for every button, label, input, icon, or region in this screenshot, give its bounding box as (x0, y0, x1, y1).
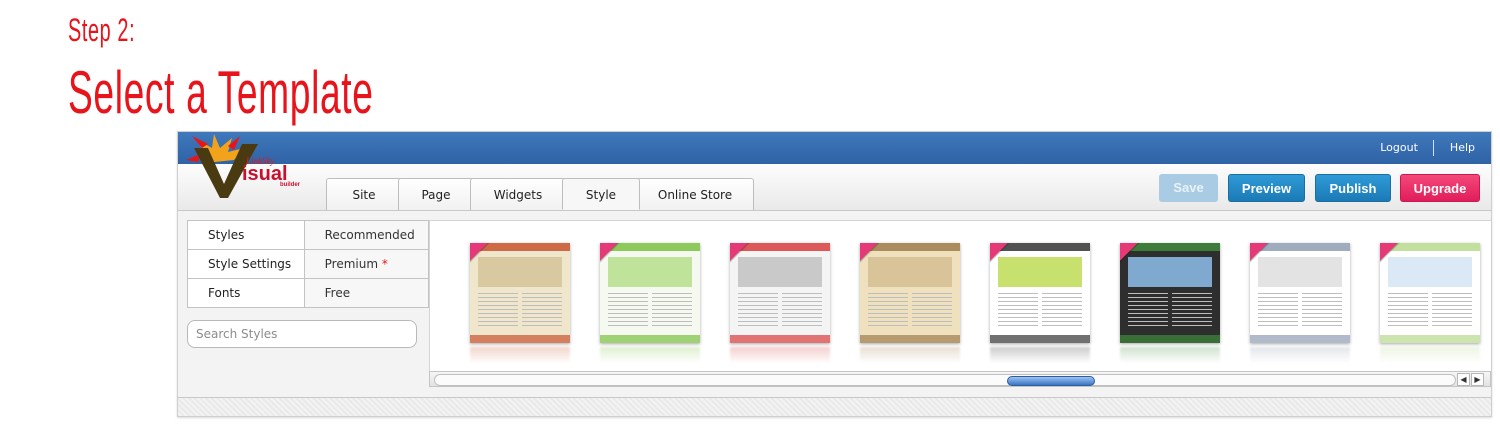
save-button[interactable]: Save (1159, 174, 1218, 202)
template-banner (1258, 257, 1342, 287)
visual-builder-window: Logout Help Site Page Widgets Style Onli… (177, 131, 1492, 417)
link-separator (1433, 140, 1435, 156)
help-link[interactable]: Help (1450, 141, 1475, 154)
template-text-block (522, 293, 562, 327)
menu-style-settings[interactable]: Style Settings (187, 249, 305, 279)
template-banner (608, 257, 692, 287)
step-label: Step 2: (68, 12, 136, 48)
template-footer (1250, 335, 1350, 343)
template-text-block (1388, 293, 1428, 327)
template-text-block (868, 293, 908, 327)
thumbnail-reflection (1120, 347, 1220, 363)
filter-free[interactable]: Free (303, 278, 430, 308)
template-gallery: *** *** *** *** *** *** *** *** (429, 220, 1491, 386)
safari-template[interactable]: *** (860, 243, 960, 343)
scroll-arrows: ◀ ▶ (1456, 373, 1484, 386)
template-banner (998, 257, 1082, 287)
menu-fonts[interactable]: Fonts (187, 278, 305, 308)
style-options-table: Styles Recommended Style Settings Premiu… (187, 220, 430, 308)
template-footer (990, 335, 1090, 343)
tab-page[interactable]: Page (398, 178, 474, 210)
top-bar: Logout Help (178, 132, 1491, 164)
thumbnail-reflection (1380, 347, 1480, 363)
table-row: Fonts Free (187, 278, 430, 308)
tab-widgets[interactable]: Widgets (470, 178, 566, 210)
template-footer (600, 335, 700, 343)
gallery-scrollbar[interactable]: ◀ ▶ (429, 371, 1491, 387)
gift-template[interactable]: *** (730, 243, 830, 343)
logo-sub-text: builder (280, 182, 301, 188)
publish-button[interactable]: Publish (1315, 174, 1391, 202)
page-title: Select a Template (68, 59, 374, 126)
template-text-block (1042, 293, 1082, 327)
thumbnail-reflection (600, 347, 700, 363)
template-text-block (608, 293, 648, 327)
scroll-left-icon[interactable]: ◀ (1457, 373, 1470, 386)
template-text-block (1302, 293, 1342, 327)
visual-builder-logo: LinkSky isual builder (186, 134, 301, 198)
business-people-template[interactable]: *** (1250, 243, 1350, 343)
scrollbar-thumb[interactable] (1007, 376, 1095, 386)
premium-marker: * (381, 257, 388, 271)
template-banner (478, 257, 562, 287)
template-text-block (1258, 293, 1298, 327)
thumbnail-reflection (470, 347, 570, 363)
thumbnail-reflection (860, 347, 960, 363)
dark-forest-template[interactable]: *** (1120, 243, 1220, 343)
restaurant-template[interactable]: *** (470, 243, 570, 343)
video-template[interactable]: *** (990, 243, 1090, 343)
filter-recommended[interactable]: Recommended (303, 220, 430, 250)
template-text-block (478, 293, 518, 327)
filter-premium[interactable]: Premium * (303, 249, 430, 279)
template-text-block (738, 293, 778, 327)
nav-bar: Site Page Widgets Style Online Store Sav… (178, 164, 1491, 211)
premium-label: Premium (324, 257, 379, 271)
sky-template[interactable]: *** (1380, 243, 1480, 343)
template-footer (470, 335, 570, 343)
template-banner (1128, 257, 1212, 287)
thumbnail-reflection (990, 347, 1090, 363)
scroll-right-icon[interactable]: ▶ (1471, 373, 1484, 386)
template-banner (738, 257, 822, 287)
template-text-block (912, 293, 952, 327)
template-footer (1380, 335, 1480, 343)
template-footer (1120, 335, 1220, 343)
template-text-block (782, 293, 822, 327)
top-links: Logout Help (1380, 140, 1475, 156)
template-banner (868, 257, 952, 287)
tab-style[interactable]: Style (562, 178, 640, 210)
tab-online-store[interactable]: Online Store (636, 178, 754, 210)
status-strip (178, 397, 1491, 416)
table-row: Styles Recommended (187, 220, 430, 250)
menu-styles[interactable]: Styles (187, 220, 305, 250)
preview-button[interactable]: Preview (1228, 174, 1305, 202)
tab-site[interactable]: Site (326, 178, 402, 210)
thumbnail-reflection (1250, 347, 1350, 363)
logout-link[interactable]: Logout (1380, 141, 1418, 154)
template-footer (730, 335, 830, 343)
green-nature-template[interactable]: *** (600, 243, 700, 343)
scrollbar-track[interactable] (434, 374, 1456, 386)
upgrade-button[interactable]: Upgrade (1400, 174, 1480, 202)
table-row: Style Settings Premium * (187, 249, 430, 279)
search-styles-input[interactable]: Search Styles (187, 320, 417, 348)
template-text-block (1172, 293, 1212, 327)
template-text-block (998, 293, 1038, 327)
template-text-block (652, 293, 692, 327)
thumbnail-reflection (730, 347, 830, 363)
template-text-block (1128, 293, 1168, 327)
template-footer (860, 335, 960, 343)
template-text-block (1432, 293, 1472, 327)
template-banner (1388, 257, 1472, 287)
